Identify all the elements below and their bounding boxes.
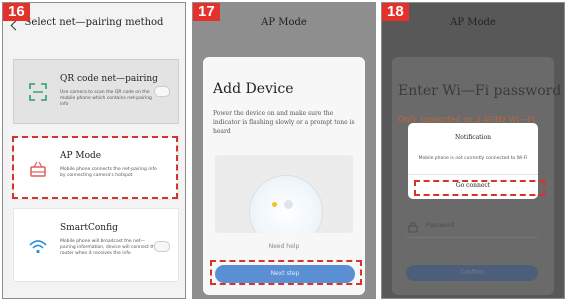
indicator-light-icon <box>272 202 277 207</box>
highlight-box <box>12 136 178 199</box>
notification-title: Notification <box>455 134 491 141</box>
notification-message: Mobile phone is not currently connected … <box>418 156 528 161</box>
page-title: AP Mode <box>261 17 307 28</box>
divider <box>406 237 538 238</box>
lock-icon <box>408 222 418 233</box>
confirm-button[interactable]: Confirm <box>406 265 538 281</box>
option-smartconfig[interactable]: SmartConfig Mobile phone will broadcast … <box>13 208 179 282</box>
device-illustration <box>215 155 353 233</box>
add-device-desc: Power the device on and make sure the in… <box>213 110 355 135</box>
option-qr-code[interactable]: QR code net—pairing Use camera to scan t… <box>13 59 179 124</box>
toggle-switch[interactable] <box>154 86 170 97</box>
need-help-link[interactable]: Need help <box>203 243 365 250</box>
highlight-box <box>210 260 362 285</box>
step-badge: 18 <box>382 3 409 21</box>
password-field[interactable]: Password <box>426 222 454 229</box>
add-device-title: Add Device <box>213 81 294 97</box>
device-image <box>249 175 323 233</box>
page-title: Select net—pairing method <box>24 17 164 28</box>
wifi-password-title: Enter Wi—Fi password <box>398 83 562 99</box>
highlight-box <box>414 180 545 196</box>
page-title: AP Mode <box>450 17 496 28</box>
option-title: SmartConfig <box>60 223 118 233</box>
step-badge: 16 <box>3 3 30 21</box>
step-badge: 17 <box>193 3 220 21</box>
screen-add-device: 17 AP Mode Add Device Power the device o… <box>192 2 376 299</box>
screen-enter-wifi-password: 18 AP Mode Enter Wi—Fi password Only sup… <box>381 2 565 299</box>
toggle-switch[interactable] <box>154 241 170 252</box>
option-desc: Use camera to scan the QR code on the mo… <box>60 90 152 107</box>
divider <box>408 174 538 175</box>
option-title: QR code net—pairing <box>60 74 158 84</box>
qr-scan-icon <box>29 83 47 101</box>
indicator-light-icon <box>284 200 293 209</box>
option-desc: Mobile phone will broadcast the net—pair… <box>60 239 158 256</box>
screen-select-pairing-method: 16 Select net—pairing method QR code net… <box>2 2 186 299</box>
wifi-icon <box>29 240 47 254</box>
